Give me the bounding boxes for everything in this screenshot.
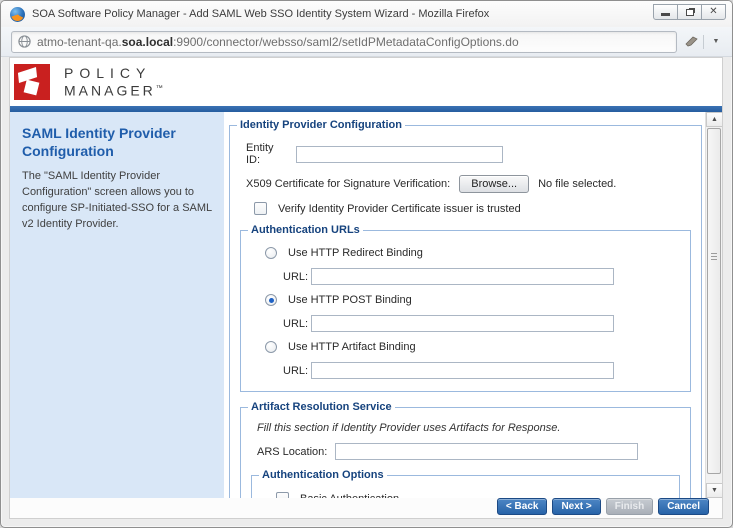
next-button[interactable]: Next > bbox=[552, 498, 601, 515]
url-domain: soa.local bbox=[121, 34, 174, 49]
redirect-binding-label: Use HTTP Redirect Binding bbox=[288, 247, 423, 259]
verify-cert-row: ✓ Verify Identity Provider Certificate i… bbox=[254, 202, 691, 215]
minimize-button[interactable] bbox=[653, 4, 678, 20]
urlbar-actions: ▼ bbox=[683, 34, 724, 49]
x509-label: X509 Certificate for Signature Verificat… bbox=[246, 178, 451, 190]
close-button[interactable]: ✕ bbox=[701, 4, 726, 20]
post-url-row: URL: bbox=[283, 315, 680, 332]
post-binding-label: Use HTTP POST Binding bbox=[288, 294, 412, 306]
trademark: ™ bbox=[155, 84, 163, 92]
verify-cert-checkbox[interactable]: ✓ bbox=[254, 202, 267, 215]
ars-location-input[interactable] bbox=[335, 443, 638, 460]
window-controls: ✕ bbox=[653, 1, 726, 27]
form-panel: Identity Provider Configuration Entity I… bbox=[224, 112, 705, 498]
verify-cert-label: Verify Identity Provider Certificate iss… bbox=[278, 202, 521, 215]
legend-idp-configuration: Identity Provider Configuration bbox=[240, 119, 402, 131]
post-binding-radio[interactable] bbox=[265, 294, 277, 306]
post-binding-row: Use HTTP POST Binding bbox=[265, 294, 680, 306]
soa-logo bbox=[14, 64, 50, 100]
scroll-down-button[interactable]: ▼ bbox=[706, 483, 722, 498]
firefox-icon bbox=[10, 6, 25, 22]
legend-authentication-urls: Authentication URLs bbox=[251, 224, 360, 236]
cancel-button[interactable]: Cancel bbox=[658, 498, 709, 515]
globe-icon bbox=[18, 35, 31, 48]
fieldset-authentication-options: Authentication Options ✓ Basic Authentic… bbox=[251, 469, 680, 498]
artifact-binding-row: Use HTTP Artifact Binding bbox=[265, 341, 680, 353]
artifact-url-label: URL: bbox=[283, 364, 309, 377]
app-title: POLICY MANAGER™ bbox=[64, 64, 163, 99]
url-bar[interactable]: atmo-tenant-qa.soa.local:9900/connector/… bbox=[11, 30, 677, 53]
url-text: atmo-tenant-qa.soa.local:9900/connector/… bbox=[37, 35, 519, 49]
artifact-url-row: URL: bbox=[283, 362, 680, 379]
wizard-button-bar: < Back Next > Finish Cancel bbox=[10, 498, 722, 518]
urlbar-go-icon[interactable] bbox=[683, 35, 699, 49]
artifact-binding-label: Use HTTP Artifact Binding bbox=[288, 341, 416, 353]
fieldset-artifact-resolution: Artifact Resolution Service Fill this se… bbox=[240, 401, 691, 498]
post-url-label: URL: bbox=[283, 317, 309, 330]
browser-window: SOA Software Policy Manager - Add SAML W… bbox=[0, 0, 733, 528]
brand-line1: POLICY bbox=[64, 64, 152, 81]
fieldset-authentication-urls: Authentication URLs Use HTTP Redirect Bi… bbox=[240, 224, 691, 392]
app-header: POLICY MANAGER™ bbox=[10, 58, 722, 106]
brand-line2: MANAGER™ bbox=[64, 82, 163, 99]
legend-artifact-resolution: Artifact Resolution Service bbox=[251, 401, 392, 413]
vertical-scrollbar[interactable]: ▲ ▼ bbox=[705, 112, 722, 498]
scroll-up-icon: ▲ bbox=[711, 116, 718, 123]
sidebar-description: The "SAML Identity Provider Configuratio… bbox=[22, 170, 212, 230]
url-prefix: atmo-tenant-qa. bbox=[37, 34, 122, 49]
minimize-icon bbox=[661, 13, 670, 16]
browse-button[interactable]: Browse... bbox=[459, 175, 530, 193]
artifact-binding-radio[interactable] bbox=[265, 341, 277, 353]
redirect-url-input[interactable] bbox=[311, 268, 614, 285]
scrollbar-grip bbox=[711, 252, 717, 261]
entity-id-label: Entity ID: bbox=[246, 142, 274, 166]
ars-location-label: ARS Location: bbox=[257, 445, 328, 458]
close-icon: ✕ bbox=[709, 6, 718, 17]
x509-certificate-row: X509 Certificate for Signature Verificat… bbox=[246, 175, 691, 193]
redirect-url-label: URL: bbox=[283, 270, 309, 283]
legend-authentication-options: Authentication Options bbox=[262, 469, 384, 481]
navigation-toolbar: atmo-tenant-qa.soa.local:9900/connector/… bbox=[1, 27, 732, 57]
post-url-input[interactable] bbox=[311, 315, 614, 332]
artifact-note: Fill this section if Identity Provider u… bbox=[257, 422, 561, 434]
restore-button[interactable] bbox=[677, 4, 702, 20]
restore-icon bbox=[685, 8, 694, 16]
url-suffix: :9900/connector/websso/saml2/setIdPMetad… bbox=[173, 34, 519, 49]
wizard-sidebar: SAML Identity Provider Configuration The… bbox=[10, 112, 224, 498]
back-button[interactable]: < Back bbox=[496, 498, 548, 515]
scroll-down-icon: ▼ bbox=[711, 487, 718, 494]
fieldset-idp-configuration: Identity Provider Configuration Entity I… bbox=[229, 119, 702, 498]
redirect-binding-radio[interactable] bbox=[265, 247, 277, 259]
no-file-text: No file selected. bbox=[538, 178, 617, 190]
scrollbar-thumb[interactable] bbox=[707, 128, 721, 474]
title-bar: SOA Software Policy Manager - Add SAML W… bbox=[1, 1, 732, 27]
finish-button: Finish bbox=[605, 498, 654, 515]
window-title: SOA Software Policy Manager - Add SAML W… bbox=[32, 8, 490, 20]
chevron-down-icon: ▼ bbox=[712, 38, 720, 45]
content-area: SAML Identity Provider Configuration The… bbox=[10, 112, 722, 498]
artifact-url-input[interactable] bbox=[311, 362, 614, 379]
entity-id-input[interactable] bbox=[296, 145, 503, 163]
redirect-binding-row: Use HTTP Redirect Binding bbox=[265, 247, 680, 259]
page: POLICY MANAGER™ SAML Identity Provider C… bbox=[9, 57, 723, 519]
sidebar-title: SAML Identity Provider Configuration bbox=[22, 125, 176, 159]
toolbar-separator bbox=[703, 34, 704, 49]
redirect-url-row: URL: bbox=[283, 268, 680, 285]
ars-location-row: ARS Location: bbox=[257, 443, 680, 460]
entity-id-row: Entity ID: bbox=[246, 142, 691, 166]
urlbar-dropdown-button[interactable]: ▼ bbox=[708, 35, 724, 49]
scroll-up-button[interactable]: ▲ bbox=[706, 112, 722, 127]
